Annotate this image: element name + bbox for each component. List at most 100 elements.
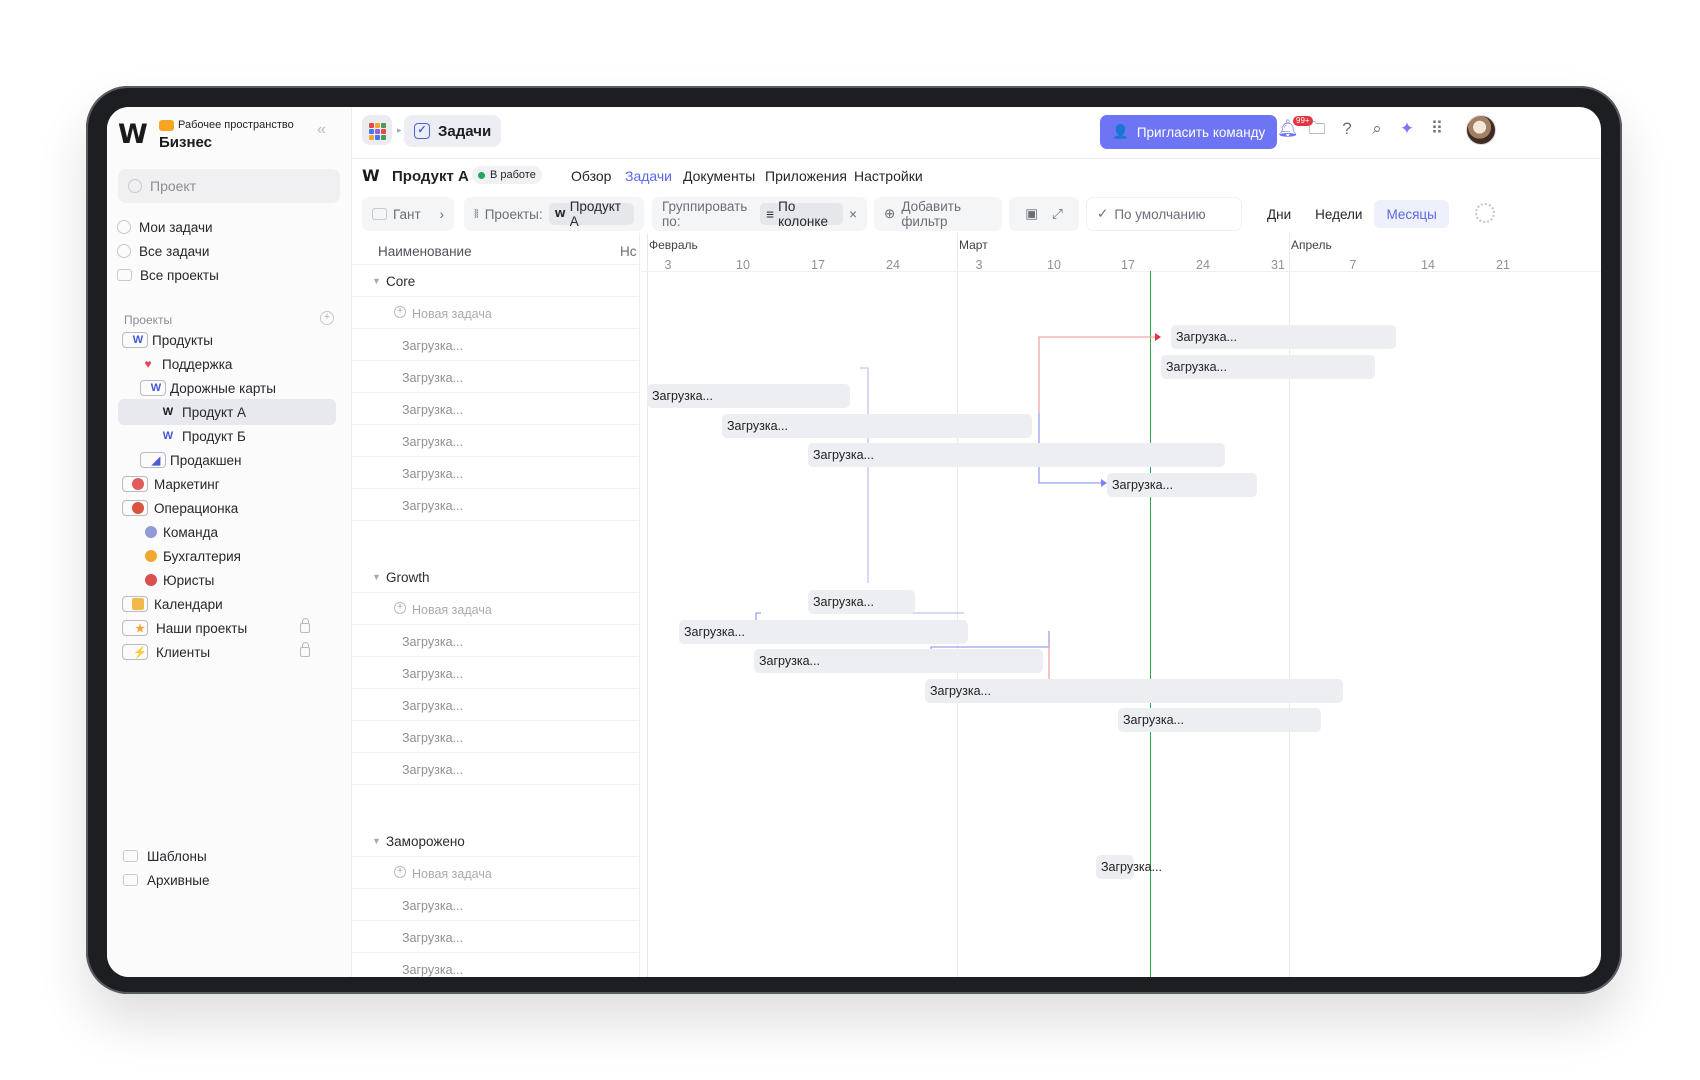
table-row[interactable]: Загрузка... (352, 953, 639, 977)
gear-icon[interactable] (1475, 203, 1495, 223)
gantt-bar[interactable]: Загрузка... (722, 414, 1032, 438)
task-table: Наименование Нс ▼ Core + Новая задача Загрузк… (352, 233, 640, 977)
apps-menu-icon[interactable] (362, 115, 392, 145)
invite-team-button[interactable]: 👤 Пригласить команду (1100, 115, 1278, 149)
folder-icon (117, 269, 132, 281)
folder-icon[interactable]: 🗀 (1307, 119, 1327, 139)
sidebar-item-accounting[interactable]: Бухгалтерия (145, 543, 241, 569)
collapse-sidebar-icon[interactable]: « (317, 121, 335, 139)
group-row[interactable]: ▼ Core (352, 265, 639, 297)
tab-tasks[interactable]: ✓ Задачи (404, 115, 502, 147)
sidebar-item-team[interactable]: Команда (145, 519, 218, 545)
project-chip[interactable]: W Продукт А (548, 199, 634, 229)
gantt-bar[interactable]: Загрузка... (1118, 708, 1321, 732)
sidebar-item-product-b[interactable]: W Продукт Б (160, 423, 246, 449)
scale-months[interactable]: Месяцы (1374, 200, 1449, 228)
column-name-header[interactable]: Наименование (378, 244, 472, 259)
collapse-triangle-icon[interactable]: ▼ (372, 836, 381, 846)
sidebar-item-operations[interactable]: Операционка (122, 495, 238, 521)
gantt-bar[interactable]: Загрузка... (1096, 855, 1162, 879)
sidebar-item-production[interactable]: ◢ Продакшен (140, 447, 242, 473)
table-row[interactable]: Загрузка... (352, 721, 639, 753)
sidebar-item-roadmaps[interactable]: W Дорожные карты (140, 375, 276, 401)
table-row[interactable]: Загрузка... (352, 625, 639, 657)
column-short-header[interactable]: Нс (620, 244, 637, 259)
new-task-row[interactable]: + Новая задача (352, 297, 639, 329)
collapse-triangle-icon[interactable]: ▼ (372, 572, 381, 582)
sidebar-item-all-tasks[interactable]: Все задачи (117, 239, 209, 263)
new-task-label: Новая задача (412, 603, 492, 617)
folder-icon (122, 476, 148, 492)
sort-select[interactable]: ✓ По умолчанию (1086, 197, 1242, 231)
sidebar-item-all-projects[interactable]: Все проекты (117, 263, 219, 287)
sidebar-item-support[interactable]: ♥ Поддержка (140, 351, 232, 377)
collapse-triangle-icon[interactable]: ▼ (372, 276, 381, 286)
gantt-bar[interactable]: Загрузка... (754, 649, 1043, 673)
lock-icon (300, 618, 310, 633)
table-row[interactable]: Загрузка... (352, 489, 639, 521)
grid-icon[interactable]: ⠿ (1427, 119, 1447, 139)
gantt-bar[interactable]: Загрузка... (1107, 473, 1257, 497)
search-icon[interactable]: ⌕ (1367, 119, 1387, 139)
workspace-logo[interactable]: W (118, 119, 148, 150)
table-row[interactable]: Загрузка... (352, 921, 639, 953)
projects-filter[interactable]: ⧚ Проекты: W Продукт А (464, 197, 644, 231)
gantt-bar[interactable]: Загрузка... (1161, 355, 1375, 379)
gantt-bar[interactable]: Загрузка... (808, 590, 915, 614)
group-chip[interactable]: ≡ По колонке (760, 199, 844, 229)
project-search[interactable]: Проект (118, 169, 340, 203)
task-name: Загрузка... (402, 635, 463, 649)
sidebar-item-clients[interactable]: ⚡ Клиенты (122, 639, 210, 665)
tab-settings[interactable]: Настройки (854, 168, 923, 184)
table-row[interactable]: Загрузка... (352, 329, 639, 361)
add-project-icon[interactable]: + (320, 311, 334, 325)
workspace-badge (159, 119, 174, 131)
tab-overview[interactable]: Обзор (571, 168, 611, 184)
sidebar-item-our-projects[interactable]: ★ Наши проекты (122, 615, 247, 641)
sidebar-item-templates[interactable]: Шаблоны (123, 845, 207, 867)
avatar[interactable] (1466, 115, 1496, 145)
sidebar-item-archive[interactable]: Архивные (123, 869, 210, 891)
table-row[interactable]: Загрузка... (352, 657, 639, 689)
remove-icon[interactable]: × (849, 207, 857, 222)
view-switch[interactable]: Гант › (362, 197, 454, 231)
table-row[interactable]: Загрузка... (352, 689, 639, 721)
gantt-bar[interactable]: Загрузка... (679, 620, 968, 644)
sidebar-item-lawyers[interactable]: Юристы (145, 567, 214, 593)
status-badge[interactable]: В работе (472, 166, 542, 184)
ai-sparkle-icon[interactable]: ✦ (1397, 119, 1417, 139)
sidebar-item-products[interactable]: W Продукты (118, 327, 318, 353)
add-filter-button[interactable]: ⊕ Добавить фильтр (874, 197, 1002, 231)
table-row[interactable]: Загрузка... (352, 457, 639, 489)
workspace-name[interactable]: Бизнес (159, 134, 212, 151)
table-row[interactable]: Загрузка... (352, 361, 639, 393)
scale-weeks[interactable]: Недели (1303, 200, 1374, 228)
sidebar-item-calendars[interactable]: Календари (122, 591, 223, 617)
table-row[interactable]: Загрузка... (352, 393, 639, 425)
scale-days[interactable]: Дни (1255, 200, 1303, 228)
gantt-bar[interactable]: Загрузка... (808, 443, 1225, 467)
new-task-row[interactable]: + Новая задача (352, 857, 639, 889)
group-by-filter[interactable]: Группировать по: ≡ По колонке × (652, 197, 867, 231)
plus-circle-icon: + (394, 602, 406, 614)
table-row[interactable]: Загрузка... (352, 889, 639, 921)
group-row[interactable]: ▼ Growth (352, 561, 639, 593)
gantt-bar[interactable]: Загрузка... (647, 384, 850, 408)
sidebar-item-marketing[interactable]: Маркетинг (122, 471, 220, 497)
new-task-row[interactable]: + Новая задача (352, 593, 639, 625)
sidebar-item-product-a[interactable]: W Продукт А (118, 399, 336, 425)
tab-documents[interactable]: Документы (683, 168, 755, 184)
expand-icon[interactable]: ⤢ (1052, 206, 1063, 222)
sidebar-item-my-tasks[interactable]: Мои задачи (117, 215, 213, 239)
table-row[interactable]: Загрузка... (352, 425, 639, 457)
group-row[interactable]: ▼ Заморожено (352, 825, 639, 857)
help-icon[interactable]: ? (1337, 119, 1357, 139)
save-icon[interactable]: ▣ (1025, 206, 1038, 222)
tab-tasks[interactable]: Задачи (625, 168, 672, 184)
tab-apps[interactable]: Приложения (765, 168, 847, 184)
gantt-bar[interactable]: Загрузка... (1171, 325, 1396, 349)
task-name: Загрузка... (402, 763, 463, 777)
table-row[interactable]: Загрузка... (352, 753, 639, 785)
task-name: Загрузка... (402, 371, 463, 385)
gantt-bar[interactable]: Загрузка... (925, 679, 1343, 703)
